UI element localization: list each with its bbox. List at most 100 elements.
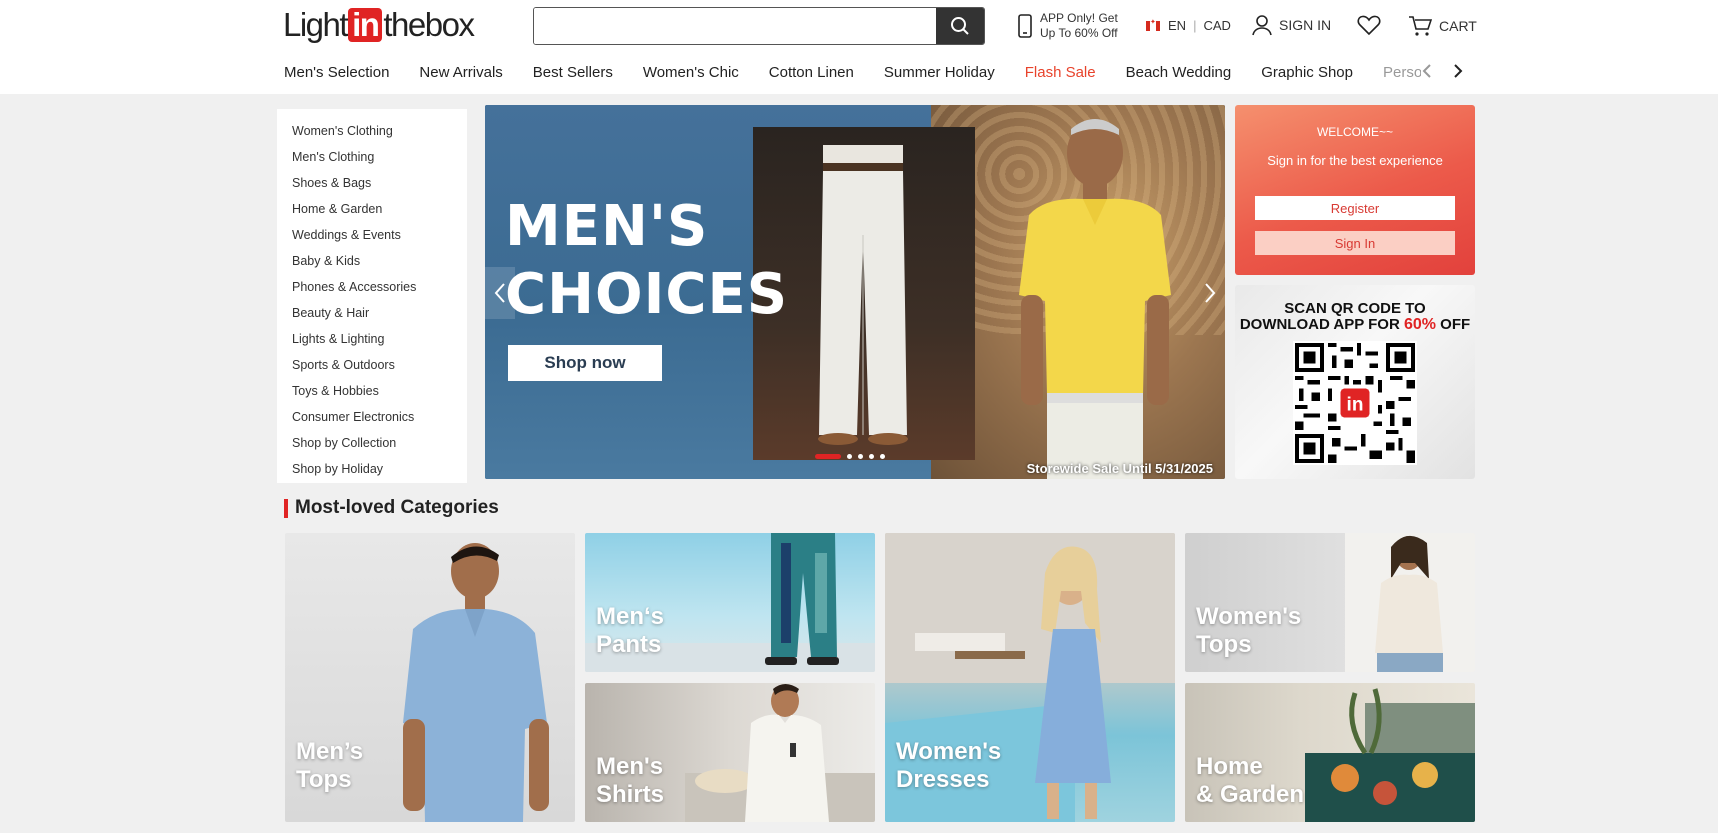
nav-personalized[interactable]: Personalized <box>1383 64 1421 81</box>
tile-mens-pants[interactable]: Men‘s Pants <box>585 533 875 672</box>
site-logo[interactable]: Light in thebox <box>283 6 475 44</box>
nav-new-arrivals[interactable]: New Arrivals <box>419 64 502 81</box>
hero-dot-5[interactable] <box>880 454 885 459</box>
welcome-greeting: WELCOME~~ <box>1316 125 1394 139</box>
tile-womens-dresses-line2: Dresses <box>896 766 990 793</box>
category-consumer-electronics[interactable]: Consumer Electronics <box>277 404 467 430</box>
sign-in-button[interactable]: Sign In <box>1255 231 1455 255</box>
wishlist-button[interactable] <box>1357 14 1381 36</box>
category-weddings-events[interactable]: Weddings & Events <box>277 222 467 248</box>
man-yellow-shirt-illustration <box>1019 119 1171 479</box>
locale-divider: | <box>1193 18 1197 33</box>
locale-selector[interactable]: EN | CAD <box>1146 18 1231 33</box>
hero-pagination <box>815 454 885 459</box>
logo-text-thebox: thebox <box>383 6 475 43</box>
tile-womens-tops-line2: Tops <box>1196 631 1252 658</box>
tile-mens-tops-line1: Men’s <box>296 738 364 765</box>
category-mens-clothing[interactable]: Men's Clothing <box>277 144 467 170</box>
welcome-subtitle: Sign in for the best experience <box>1267 153 1443 168</box>
main-nav: Men's Selection New Arrivals Best Seller… <box>284 58 1421 86</box>
app-promo-line2: Up To 60% Off <box>1040 26 1118 40</box>
tile-womens-dresses[interactable]: Women's Dresses <box>885 533 1175 822</box>
tile-womens-dresses-line1: Women's <box>896 738 1002 765</box>
category-womens-clothing[interactable]: Women's Clothing <box>277 118 467 144</box>
user-icon <box>1252 15 1272 36</box>
tile-mens-shirts-line2: Shirts <box>596 781 665 808</box>
hero-dot-4[interactable] <box>869 454 874 459</box>
qr-code[interactable]: in <box>1293 341 1417 465</box>
sign-in-label: SIGN IN <box>1279 17 1332 33</box>
logo-text-in: in <box>348 8 383 42</box>
tile-womens-dresses-label: Women's Dresses <box>896 738 1001 794</box>
nav-cotton-linen[interactable]: Cotton Linen <box>769 64 854 81</box>
shop-now-button[interactable]: Shop now <box>508 345 662 381</box>
hero-dot-2[interactable] <box>847 454 852 459</box>
currency-label: CAD <box>1203 18 1231 33</box>
app-promo[interactable]: APP Only! Get Up To 60% Off <box>1018 11 1118 41</box>
qr-heading-pre: DOWNLOAD APP FOR <box>1239 316 1404 333</box>
language-label: EN <box>1168 18 1187 33</box>
nav-graphic-shop[interactable]: Graphic Shop <box>1261 64 1353 81</box>
tile-mens-shirts[interactable]: Men's Shirts <box>585 683 875 822</box>
nav-womens-chic[interactable]: Women's Chic <box>643 64 739 81</box>
hero-banner[interactable]: MEN'S CHOICES Shop now Storewide Sale Un… <box>485 105 1225 479</box>
phone-icon <box>1018 14 1032 38</box>
hero-title: MEN'S CHOICES <box>505 193 788 329</box>
app-qr-card: SCAN QR CODE TO DOWNLOAD APP FOR 60% OFF… <box>1235 285 1475 479</box>
nav-prev-button[interactable] <box>1417 60 1437 82</box>
tile-mens-tops-line2: Tops <box>296 766 352 793</box>
category-shop-by-holiday[interactable]: Shop by Holiday <box>277 456 467 482</box>
tile-home-garden[interactable]: Home & Garden <box>1185 683 1475 822</box>
tile-mens-shirts-label: Men's Shirts <box>596 753 664 809</box>
tile-mens-pants-label: Men‘s Pants <box>596 603 664 659</box>
nav-summer-holiday[interactable]: Summer Holiday <box>884 64 995 81</box>
tile-womens-tops-line1: Women's <box>1196 603 1302 630</box>
tile-mens-tops-label: Men’s Tops <box>296 738 363 794</box>
qr-heading-line2: DOWNLOAD APP FOR 60% OFF <box>1235 316 1475 334</box>
tile-home-garden-line1: Home <box>1196 753 1263 780</box>
title-accent-bar <box>284 498 288 518</box>
cart-label: CART <box>1439 18 1477 34</box>
category-beauty-hair[interactable]: Beauty & Hair <box>277 300 467 326</box>
search-icon <box>951 17 969 35</box>
tile-womens-tops[interactable]: Women's Tops <box>1185 533 1475 672</box>
nav-best-sellers[interactable]: Best Sellers <box>533 64 613 81</box>
white-pants-illustration <box>818 145 908 445</box>
nav-beach-wedding[interactable]: Beach Wedding <box>1126 64 1232 81</box>
tile-womens-tops-label: Women's Tops <box>1196 603 1301 659</box>
category-lights-lighting[interactable]: Lights & Lighting <box>277 326 467 352</box>
register-button[interactable]: Register <box>1255 196 1455 220</box>
canada-flag-icon <box>1146 18 1160 31</box>
category-menu: Women's Clothing Men's Clothing Shoes & … <box>277 109 467 483</box>
tile-mens-pants-line2: Pants <box>596 631 662 658</box>
category-phones-accessories[interactable]: Phones & Accessories <box>277 274 467 300</box>
hero-prev-button[interactable] <box>485 267 515 319</box>
category-shoes-bags[interactable]: Shoes & Bags <box>277 170 467 196</box>
hero-dot-1[interactable] <box>815 454 841 459</box>
tile-home-garden-label: Home & Garden <box>1196 753 1304 809</box>
category-toys-hobbies[interactable]: Toys & Hobbies <box>277 378 467 404</box>
hero-dot-3[interactable] <box>858 454 863 459</box>
category-sports-outdoors[interactable]: Sports & Outdoors <box>277 352 467 378</box>
category-baby-kids[interactable]: Baby & Kids <box>277 248 467 274</box>
cart-link[interactable]: CART <box>1408 15 1477 37</box>
search-button[interactable] <box>936 8 984 44</box>
search-input[interactable] <box>534 8 936 44</box>
category-shop-by-collection[interactable]: Shop by Collection <box>277 430 467 456</box>
tile-mens-pants-line1: Men‘s <box>596 603 665 630</box>
chevron-left-icon <box>494 283 505 303</box>
tile-home-garden-line2: & Garden <box>1196 781 1305 808</box>
hero-next-button[interactable] <box>1195 267 1225 319</box>
tile-mens-tops[interactable]: Men’s Tops <box>285 533 575 822</box>
nav-next-button[interactable] <box>1448 60 1468 82</box>
category-home-garden[interactable]: Home & Garden <box>277 196 467 222</box>
nav-flash-sale[interactable]: Flash Sale <box>1025 64 1096 81</box>
site-header: Light in thebox APP Only! Get Up To 60% Of… <box>0 0 1718 94</box>
nav-mens-selection[interactable]: Men's Selection <box>284 64 389 81</box>
chevron-right-icon <box>1454 64 1463 78</box>
sign-in-link[interactable]: SIGN IN <box>1251 14 1331 36</box>
welcome-card: WELCOME~~ Sign in for the best experienc… <box>1235 105 1475 275</box>
chevron-left-icon <box>1422 64 1431 78</box>
hero-sale-note: Storewide Sale Until 5/31/2025 <box>1026 461 1213 476</box>
hero-title-line1: MEN'S <box>505 194 709 259</box>
